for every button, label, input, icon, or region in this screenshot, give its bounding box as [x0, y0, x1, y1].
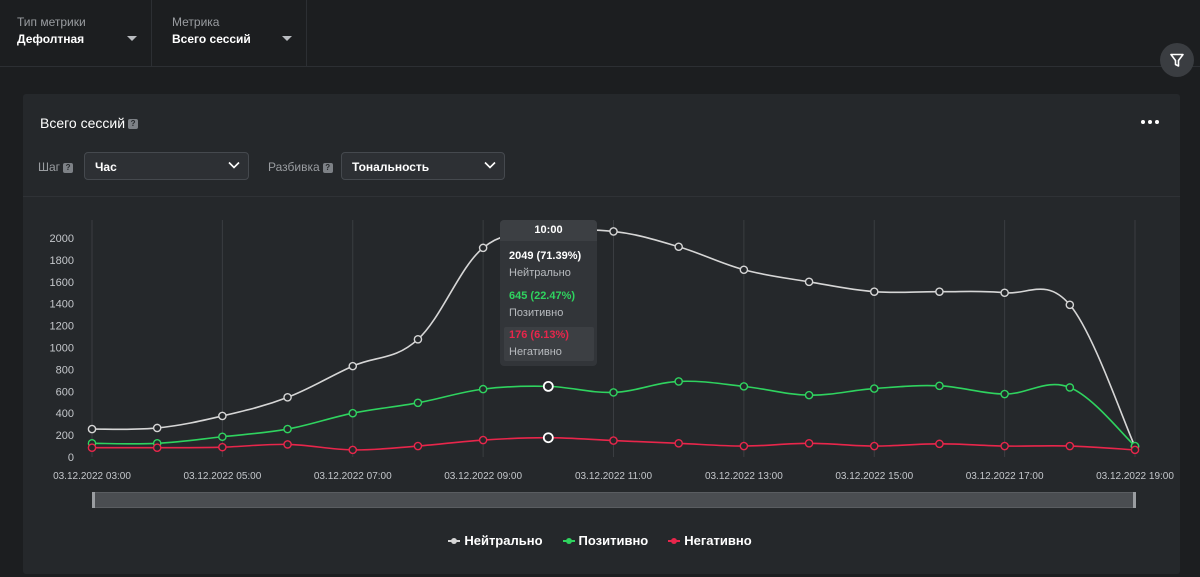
- data-point-negative[interactable]: [609, 436, 618, 445]
- data-point-negative[interactable]: [1130, 445, 1140, 455]
- data-point-negative[interactable]: [674, 439, 683, 448]
- data-point-positive[interactable]: [218, 432, 227, 442]
- legend-marker: [668, 537, 681, 545]
- legend-label-negative: Негативно: [684, 533, 752, 548]
- data-point-positive[interactable]: [1065, 383, 1075, 392]
- data-point-positive[interactable]: [804, 390, 814, 400]
- data-point-negative[interactable]: [804, 439, 814, 448]
- x-tick-label: 03.12.2022 15:00: [835, 471, 913, 482]
- chart-legend: Нейтрально Позитивно Негативно: [0, 533, 1200, 548]
- tooltip-neutral-value: 2049 (71.39%): [509, 250, 582, 262]
- data-point-positive[interactable]: [542, 380, 554, 392]
- data-point-neutral[interactable]: [1065, 300, 1075, 310]
- data-point-negative[interactable]: [87, 443, 97, 452]
- data-point-neutral[interactable]: [283, 393, 292, 402]
- range-scrollbar: [92, 492, 1136, 508]
- x-tick-label: 03.12.2022 19:00: [1096, 471, 1174, 482]
- legend-marker: [562, 537, 575, 545]
- data-point-neutral[interactable]: [218, 411, 227, 421]
- y-tick-label: 800: [56, 364, 74, 376]
- data-point-neutral[interactable]: [609, 227, 618, 236]
- legend-label-positive: Позитивно: [578, 533, 649, 548]
- sessions-line-chart: 0 200 400 600 800 1000 1200 1400 1600 1800 2000 03…: [50, 220, 1174, 508]
- data-point-negative[interactable]: [739, 441, 749, 451]
- data-point-positive[interactable]: [1000, 389, 1009, 399]
- x-tick-label: 03.12.2022 03:00: [53, 471, 131, 482]
- tooltip-negative-name: Негативно: [509, 346, 562, 358]
- data-point-negative[interactable]: [478, 435, 488, 445]
- data-point-neutral[interactable]: [869, 287, 879, 296]
- data-point-positive[interactable]: [283, 424, 292, 434]
- legend-marker: [448, 537, 461, 545]
- x-tick-label: 03.12.2022 13:00: [705, 471, 783, 482]
- y-tick-label: 200: [56, 430, 74, 442]
- x-tick-label: 03.12.2022 17:00: [966, 471, 1044, 482]
- data-point-positive[interactable]: [413, 398, 423, 408]
- x-tick-label: 03.12.2022 09:00: [444, 471, 522, 482]
- data-point-neutral[interactable]: [478, 243, 488, 253]
- x-tick-label: 03.12.2022 07:00: [314, 471, 392, 482]
- legend-label-neutral: Нейтрально: [464, 533, 543, 548]
- y-tick-label: 1200: [50, 321, 74, 333]
- y-tick-label: 1800: [50, 255, 74, 267]
- tooltip-negative-value: 176 (6.13%): [509, 329, 569, 341]
- tooltip-positive-value: 645 (22.47%): [509, 290, 576, 302]
- y-tick-label: 2000: [50, 233, 74, 245]
- tooltip-time: 10:00: [500, 220, 597, 241]
- data-point-negative[interactable]: [218, 442, 227, 452]
- legend-item-positive[interactable]: Позитивно: [562, 533, 649, 548]
- x-tick-label: 03.12.2022 11:00: [575, 471, 653, 482]
- data-point-negative[interactable]: [413, 441, 423, 451]
- range-slider-selection[interactable]: [93, 493, 1134, 507]
- x-tick-label: 03.12.2022 05:00: [183, 471, 261, 482]
- data-point-positive[interactable]: [869, 384, 879, 393]
- data-point-neutral[interactable]: [674, 242, 683, 252]
- data-point-positive[interactable]: [609, 388, 618, 397]
- chart-tooltip: 10:00 2049 (71.39%) Нейтрально 645 (22.4…: [500, 220, 597, 366]
- data-point-negative[interactable]: [869, 441, 879, 451]
- range-slider-handle[interactable]: [1133, 492, 1136, 508]
- y-tick-label: 1600: [50, 277, 74, 289]
- data-point-negative[interactable]: [348, 445, 358, 455]
- data-point-neutral[interactable]: [1000, 288, 1009, 298]
- data-point-neutral[interactable]: [87, 424, 97, 434]
- tooltip-neutral-name: Нейтрально: [509, 267, 571, 279]
- data-point-neutral[interactable]: [804, 277, 814, 287]
- y-tick-label: 1400: [50, 299, 74, 311]
- x-axis: 03.12.2022 03:00 03.12.2022 05:00 03.12.20…: [53, 471, 1174, 482]
- data-point-neutral[interactable]: [935, 287, 944, 296]
- data-point-positive[interactable]: [348, 408, 358, 418]
- data-point-negative[interactable]: [935, 439, 944, 449]
- data-point-positive[interactable]: [935, 381, 944, 391]
- data-point-positive[interactable]: [739, 382, 749, 391]
- legend-item-neutral[interactable]: Нейтрально: [448, 533, 543, 548]
- y-tick-label: 0: [68, 452, 74, 464]
- data-point-neutral[interactable]: [413, 334, 423, 344]
- y-tick-label: 1000: [50, 343, 74, 355]
- y-axis: 0 200 400 600 800 1000 1200 1400 1600 1800 2000: [50, 233, 74, 464]
- y-tick-label: 600: [56, 386, 74, 398]
- tooltip-positive-name: Позитивно: [509, 307, 564, 319]
- data-point-negative[interactable]: [283, 440, 292, 449]
- data-point-negative[interactable]: [1065, 441, 1075, 451]
- data-point-positive[interactable]: [674, 377, 683, 386]
- data-point-neutral[interactable]: [739, 265, 749, 275]
- legend-item-negative[interactable]: Негативно: [668, 533, 752, 548]
- data-point-negative[interactable]: [152, 443, 162, 452]
- range-slider-handle[interactable]: [92, 492, 95, 508]
- data-point-neutral[interactable]: [152, 423, 162, 433]
- data-point-negative[interactable]: [542, 432, 554, 444]
- data-point-positive[interactable]: [478, 384, 488, 394]
- chart-grid: [91, 220, 1136, 457]
- y-tick-label: 400: [56, 408, 74, 420]
- data-point-neutral[interactable]: [348, 361, 358, 371]
- data-point-negative[interactable]: [1000, 441, 1009, 451]
